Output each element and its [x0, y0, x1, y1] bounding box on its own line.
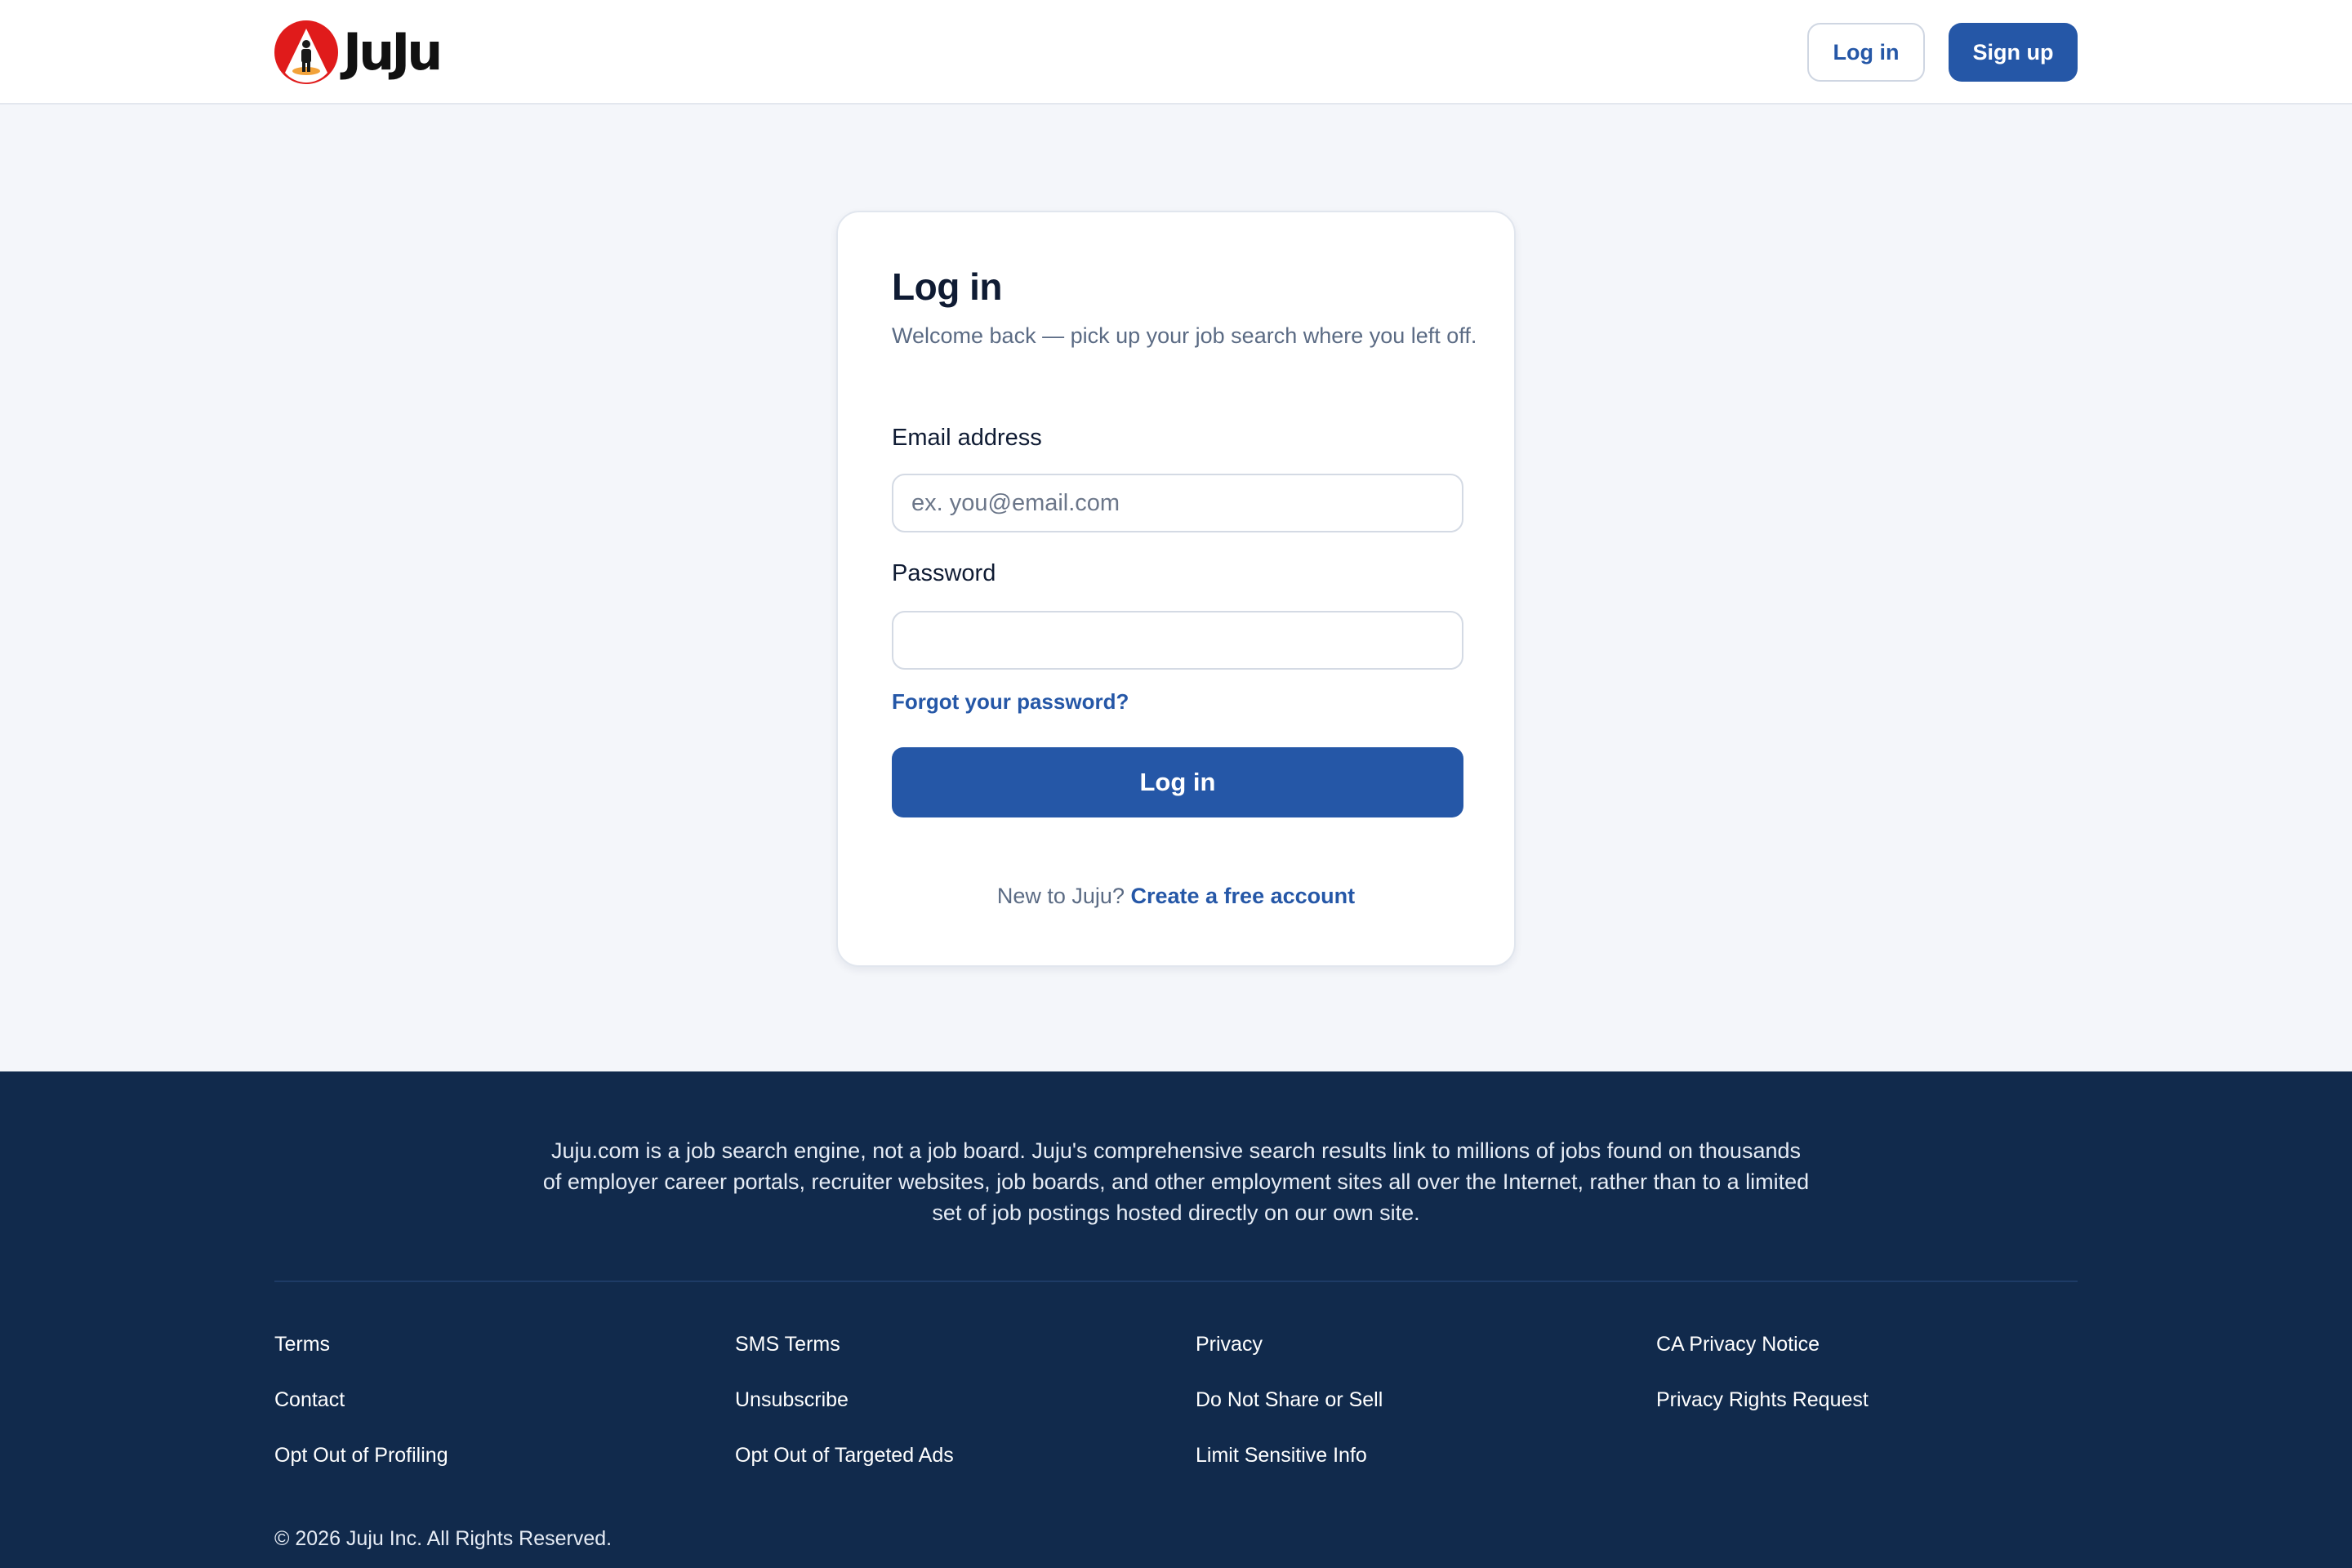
juju-logo[interactable]: JuJu	[273, 18, 443, 87]
footer-link-privacy[interactable]: Privacy	[1196, 1333, 1263, 1356]
password-label: Password	[892, 560, 996, 586]
login-card: Log in Welcome back — pick up your job s…	[836, 211, 1516, 967]
copyright-text: © 2026 Juju Inc. All Rights Reserved.	[274, 1527, 612, 1550]
page-title: Log in	[892, 265, 1002, 308]
create-account-link[interactable]: Create a free account	[1130, 884, 1355, 908]
footer-link-do-not-share[interactable]: Do Not Share or Sell	[1196, 1388, 1383, 1412]
login-submit-button[interactable]: Log in	[892, 747, 1463, 817]
footer-about-text: Juju.com is a job search engine, not a j…	[542, 1138, 1810, 1225]
email-label: Email address	[892, 425, 1042, 451]
footer-link-unsubscribe[interactable]: Unsubscribe	[735, 1388, 849, 1412]
footer-divider	[274, 1281, 2078, 1282]
login-subtitle: Welcome back — pick up your job search w…	[892, 323, 1477, 348]
footer-link-contact[interactable]: Contact	[274, 1388, 345, 1412]
site-header: JuJu Log in Sign up	[0, 0, 2352, 105]
new-user-text: New to Juju?	[996, 884, 1125, 908]
footer-link-terms[interactable]: Terms	[274, 1333, 330, 1356]
site-footer: Juju.com is a job search engine, not a j…	[0, 1071, 2352, 1568]
signup-prompt: New to Juju? Create a free account	[838, 884, 1514, 909]
footer-link-opt-out-profiling[interactable]: Opt Out of Profiling	[274, 1444, 448, 1468]
header-signup-button[interactable]: Sign up	[1949, 23, 2078, 82]
email-field[interactable]	[892, 474, 1463, 532]
footer-link-opt-out-ads[interactable]: Opt Out of Targeted Ads	[735, 1444, 954, 1468]
footer-link-ca-privacy[interactable]: CA Privacy Notice	[1656, 1333, 1820, 1356]
header-login-button[interactable]: Log in	[1807, 23, 1925, 82]
footer-link-sms-terms[interactable]: SMS Terms	[735, 1333, 840, 1356]
juju-logo-icon	[274, 20, 338, 84]
footer-link-limit-sensitive[interactable]: Limit Sensitive Info	[1196, 1444, 1367, 1468]
brand-wordmark: JuJu	[343, 22, 443, 82]
footer-link-privacy-rights[interactable]: Privacy Rights Request	[1656, 1388, 1869, 1412]
password-field[interactable]	[892, 611, 1463, 670]
forgot-password-link[interactable]: Forgot your password?	[892, 689, 1129, 715]
